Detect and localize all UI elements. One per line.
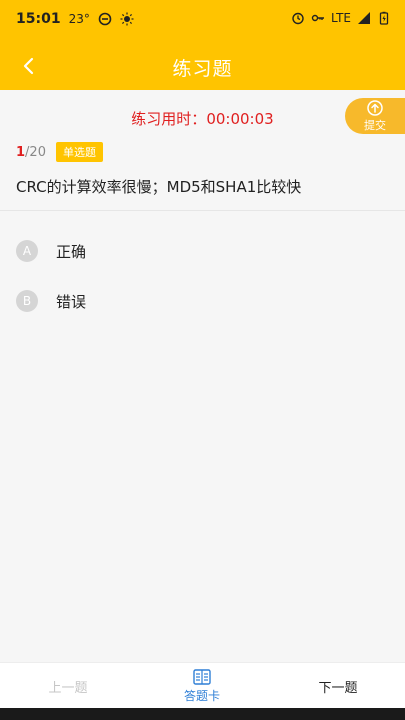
alarm-icon — [292, 12, 304, 25]
question-total: /20 — [25, 144, 46, 160]
status-right: LTE — [291, 11, 391, 25]
option-letter: A — [16, 240, 38, 262]
prev-question-button[interactable]: 上一题 — [28, 663, 108, 709]
network-type: LTE — [331, 11, 351, 25]
nav-bar: 练习题 — [0, 42, 405, 90]
arrow-up-circle-icon — [367, 99, 383, 116]
question-area: 练习用时：00:00:03 提交 1 /20 单选题 CRC的计算效率很慢；MD… — [0, 90, 405, 662]
answer-card-icon — [193, 668, 211, 685]
bottom-bar: 上一题 答题卡 下一题 — [0, 662, 405, 708]
data-saver-icon — [98, 12, 112, 26]
timer-label: 练习用时： — [131, 110, 207, 128]
status-bar: 15:01 23° LTE — [0, 0, 405, 38]
prev-label: 上一题 — [48, 680, 88, 696]
app-header: 15:01 23° LTE 练习题 — [0, 0, 405, 90]
submit-button[interactable]: 提交 — [345, 98, 405, 134]
question-type-badge: 单选题 — [55, 142, 103, 162]
status-left: 15:01 23° — [16, 11, 134, 27]
question-current-index: 1 — [16, 144, 26, 160]
option-letter: B — [16, 290, 38, 312]
option-b[interactable]: B 错误 — [16, 290, 86, 312]
timer-value: 00:00:03 — [206, 110, 274, 128]
next-label: 下一题 — [318, 680, 358, 696]
page-title: 练习题 — [172, 58, 233, 80]
answer-card-button[interactable]: 答题卡 — [162, 663, 242, 709]
answer-card-label: 答题卡 — [183, 688, 220, 703]
option-text: 错误 — [56, 292, 87, 311]
divider — [0, 210, 405, 211]
question-meta: 1 /20 单选题 — [16, 142, 103, 162]
system-nav-bar — [0, 708, 405, 720]
status-temperature: 23° — [68, 12, 90, 26]
option-a[interactable]: A 正确 — [16, 240, 86, 262]
battery-icon — [379, 11, 389, 25]
sun-icon — [120, 12, 134, 26]
signal-icon — [358, 12, 370, 24]
submit-label: 提交 — [364, 118, 386, 132]
next-question-button[interactable]: 下一题 — [298, 663, 378, 709]
question-text: CRC的计算效率很慢；MD5和SHA1比较快 — [16, 178, 302, 196]
vpn-key-icon — [311, 14, 325, 22]
status-time: 15:01 — [16, 11, 61, 27]
option-text: 正确 — [56, 242, 87, 261]
